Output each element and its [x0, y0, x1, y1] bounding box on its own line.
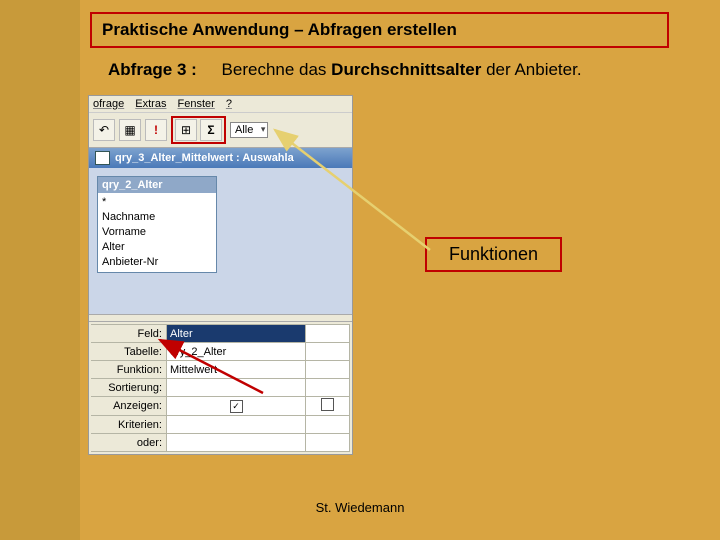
field-item[interactable]: Vorname: [102, 225, 212, 240]
checkbox-icon: [321, 398, 334, 411]
grid-cell-feld[interactable]: Alter: [167, 325, 306, 343]
field-item[interactable]: Nachname: [102, 210, 212, 225]
grid-cell-tabelle[interactable]: qry_2_Alter: [167, 343, 306, 361]
subtitle-label: Abfrage 3 :: [108, 60, 197, 79]
subtitle-prefix: Berechne das: [222, 60, 332, 79]
splitter[interactable]: [89, 314, 352, 322]
table-icon[interactable]: ▦: [119, 119, 141, 141]
source-table-header: qry_2_Alter: [98, 177, 216, 193]
page-title: Praktische Anwendung – Abfragen erstelle…: [90, 12, 669, 48]
footer-author: St. Wiedemann: [0, 500, 720, 515]
grid-cell[interactable]: [306, 379, 350, 397]
row-label-kriterien: Kriterien:: [91, 416, 167, 434]
row-label-funktion: Funktion:: [91, 361, 167, 379]
grid-cell-funktion[interactable]: Mittelwert: [167, 361, 306, 379]
field-item[interactable]: Alter: [102, 240, 212, 255]
query-icon: [95, 151, 110, 165]
menu-item[interactable]: Fenster: [178, 98, 215, 110]
menubar: ofrage Extras Fenster ?: [89, 96, 352, 113]
grid-cell[interactable]: [306, 434, 350, 452]
menu-item[interactable]: ?: [226, 98, 232, 110]
grid-cell-anzeigen[interactable]: ✓: [167, 397, 306, 416]
subtitle-bold: Durchschnittsalter: [331, 60, 481, 79]
menu-item[interactable]: Extras: [135, 98, 166, 110]
left-decor-strip: [0, 0, 80, 540]
row-label-tabelle: Tabelle:: [91, 343, 167, 361]
grid-cell[interactable]: [306, 416, 350, 434]
run-button[interactable]: !: [145, 119, 167, 141]
totals-highlight-box: ⊞ Σ: [171, 116, 226, 144]
subtitle: Abfrage 3 : Berechne das Durchschnittsal…: [108, 60, 582, 80]
checkbox-icon: ✓: [230, 400, 243, 413]
grid-cell[interactable]: [167, 434, 306, 452]
show-table-icon[interactable]: ⊞: [175, 119, 197, 141]
grid-cell[interactable]: [306, 361, 350, 379]
mdi-window-title: qry_3_Alter_Mittelwert : Auswahla: [89, 148, 352, 168]
menu-item[interactable]: ofrage: [93, 98, 124, 110]
design-upper-pane: qry_2_Alter * Nachname Vorname Alter Anb…: [89, 168, 352, 314]
grid-cell[interactable]: [306, 325, 350, 343]
toolbar: ↶ ▦ ! ⊞ Σ Alle: [89, 113, 352, 148]
grid-cell[interactable]: [167, 379, 306, 397]
grid-cell[interactable]: [306, 397, 350, 416]
top-values-select[interactable]: Alle: [230, 122, 268, 138]
source-field-list: * Nachname Vorname Alter Anbieter-Nr: [98, 193, 216, 272]
subtitle-suffix: der Anbieter.: [481, 60, 581, 79]
sigma-button[interactable]: Σ: [200, 119, 222, 141]
source-table[interactable]: qry_2_Alter * Nachname Vorname Alter Anb…: [97, 176, 217, 273]
undo-icon[interactable]: ↶: [93, 119, 115, 141]
row-label-anzeigen: Anzeigen:: [91, 397, 167, 416]
mdi-title-text: qry_3_Alter_Mittelwert : Auswahla: [115, 152, 294, 164]
access-query-designer: ofrage Extras Fenster ? ↶ ▦ ! ⊞ Σ Alle q…: [88, 95, 353, 455]
row-label-oder: oder:: [91, 434, 167, 452]
callout-funktionen: Funktionen: [425, 237, 562, 272]
row-label-feld: Feld:: [91, 325, 167, 343]
row-label-sortierung: Sortierung:: [91, 379, 167, 397]
field-item[interactable]: *: [102, 195, 212, 210]
field-item[interactable]: Anbieter-Nr: [102, 255, 212, 270]
qbe-grid: Feld: Alter Tabelle: qry_2_Alter Funktio…: [89, 322, 352, 454]
grid-cell[interactable]: [306, 343, 350, 361]
grid-cell[interactable]: [167, 416, 306, 434]
